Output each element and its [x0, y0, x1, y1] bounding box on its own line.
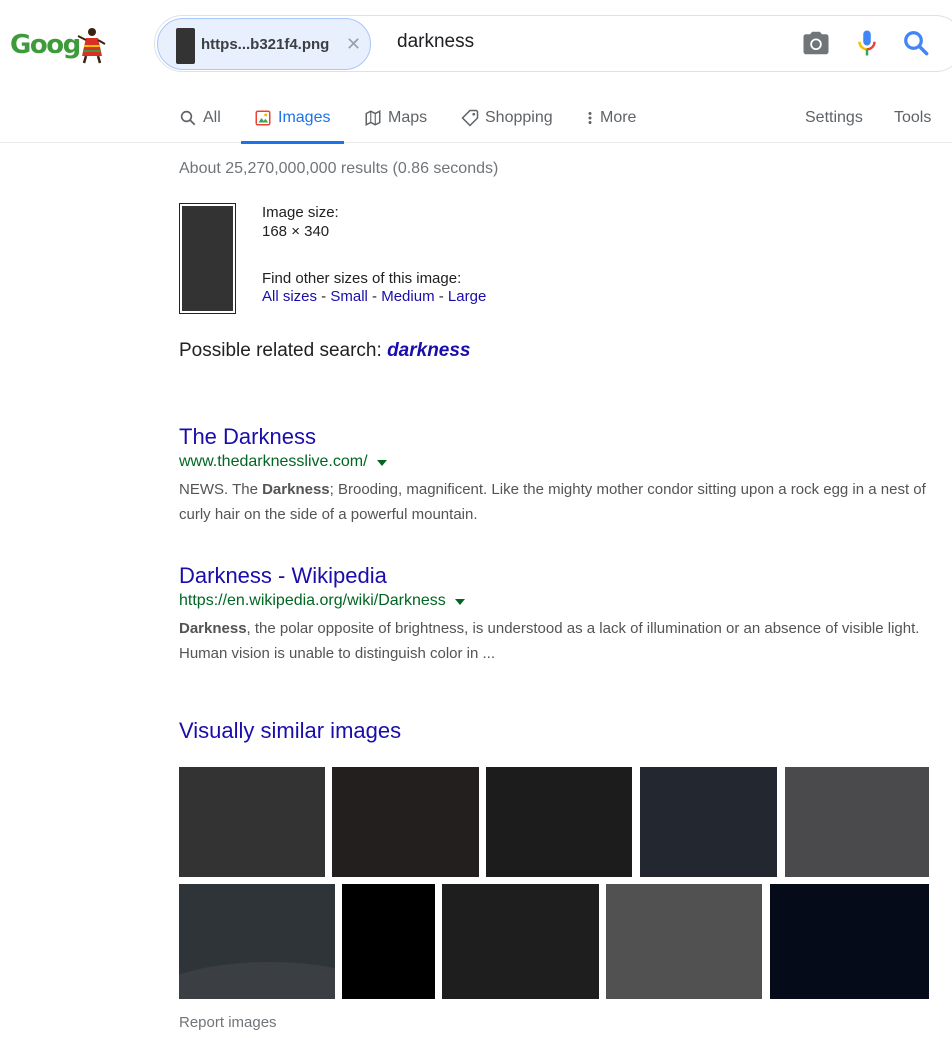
tab-tools[interactable]: Tools [894, 92, 931, 143]
visually-similar-heading[interactable]: Visually similar images [179, 718, 401, 744]
result-url-row: www.thedarknesslive.com/ [179, 453, 931, 471]
result-title[interactable]: The Darkness [179, 424, 931, 450]
caret-down-icon[interactable] [454, 599, 465, 605]
tab-shopping[interactable]: Shopping [461, 92, 553, 143]
search-result: Darkness - Wikipedia https://en.wikipedi… [179, 563, 931, 666]
related-search-link[interactable]: darkness [387, 340, 470, 361]
tab-more[interactable]: More [586, 92, 636, 143]
result-stats: About 25,270,000,000 results (0.86 secon… [179, 160, 499, 177]
tab-label: Maps [388, 108, 428, 126]
tab-maps[interactable]: Maps [364, 92, 427, 143]
tab-label: More [600, 108, 637, 126]
similar-image-tile[interactable] [442, 884, 599, 999]
chip-thumbnail [176, 28, 195, 64]
result-snippet: NEWS. The Darkness; Brooding, magnificen… [179, 481, 926, 523]
tab-label: Images [278, 108, 331, 126]
tab-label: Shopping [485, 108, 553, 126]
result-url[interactable]: https://en.wikipedia.org/wiki/Darkness [179, 592, 446, 610]
image-size-value: 168 × 340 [262, 223, 330, 240]
google-logo[interactable]: Goog [10, 26, 106, 66]
all-sizes-link[interactable]: All sizes [262, 288, 317, 305]
microphone-icon[interactable] [852, 28, 882, 58]
report-images-link[interactable]: Report images [179, 1014, 277, 1031]
large-size-link[interactable]: Large [448, 288, 486, 305]
tag-icon [461, 109, 479, 127]
search-box[interactable]: https...b321f4.png ✕ darkness [154, 15, 952, 72]
close-icon[interactable]: ✕ [346, 34, 361, 55]
small-size-link[interactable]: Small [330, 288, 368, 305]
size-links: All sizes - Small - Medium - Large [262, 288, 487, 305]
related-search: Possible related search: darkness [179, 340, 471, 362]
result-title[interactable]: Darkness - Wikipedia [179, 563, 931, 589]
similar-image-tile[interactable] [486, 767, 632, 877]
image-query-chip[interactable]: https...b321f4.png ✕ [157, 18, 371, 70]
similar-image-tile[interactable] [640, 767, 777, 877]
similar-image-tile[interactable] [332, 767, 479, 877]
caret-down-icon[interactable] [376, 460, 387, 466]
tab-label: Tools [894, 108, 932, 126]
logo-text: Goog [10, 30, 81, 60]
tab-images[interactable]: Images [240, 92, 346, 144]
similar-image-tile[interactable] [179, 884, 335, 999]
related-search-label: Possible related search: [179, 340, 382, 361]
tab-all[interactable]: All [179, 92, 221, 143]
camera-icon[interactable] [801, 28, 831, 58]
doodle-figure-icon [77, 28, 106, 64]
result-url-row: https://en.wikipedia.org/wiki/Darkness [179, 592, 931, 610]
similar-image-tile[interactable] [179, 767, 325, 877]
search-tabs: All Images Maps Shopping More Settings T… [0, 92, 952, 144]
tab-settings[interactable]: Settings [805, 92, 863, 143]
map-icon [365, 109, 381, 126]
similar-image-tile[interactable] [606, 884, 762, 999]
tab-label: All [203, 108, 221, 126]
medium-size-link[interactable]: Medium [381, 288, 434, 305]
search-input[interactable]: darkness [397, 31, 474, 53]
other-sizes-label: Find other sizes of this image: [262, 270, 462, 287]
more-vert-icon [588, 111, 592, 124]
image-icon [255, 110, 271, 125]
similar-image-tile[interactable] [785, 767, 929, 877]
result-snippet: Darkness, the polar opposite of brightne… [179, 620, 920, 662]
image-size-label: Image size: [262, 204, 339, 221]
tab-label: Settings [805, 108, 863, 126]
search-icon [180, 110, 196, 125]
result-url[interactable]: www.thedarknesslive.com/ [179, 453, 368, 471]
search-result: The Darkness www.thedarknesslive.com/ NE… [179, 424, 931, 527]
query-image-thumbnail[interactable] [179, 203, 236, 314]
similar-image-tile[interactable] [770, 884, 929, 999]
similar-image-tile[interactable] [342, 884, 435, 999]
chip-label: https...b321f4.png [201, 36, 330, 53]
search-icon[interactable] [901, 28, 931, 58]
